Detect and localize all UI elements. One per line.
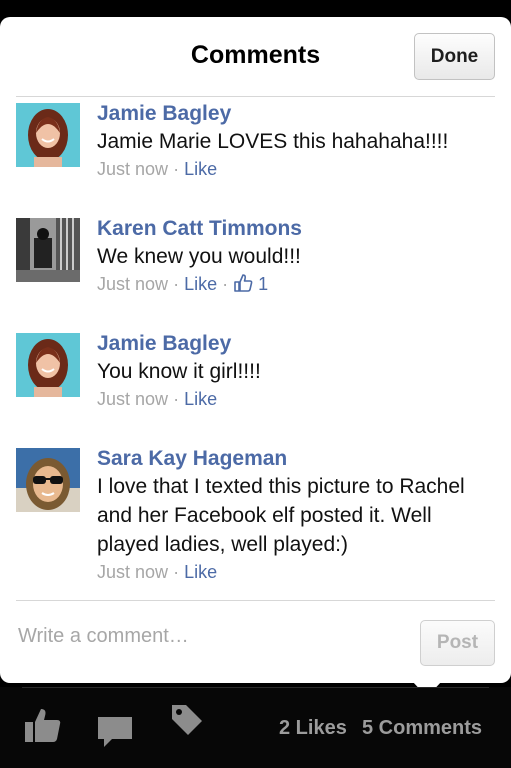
- post-button[interactable]: Post: [420, 620, 495, 666]
- avatar[interactable]: [16, 218, 80, 282]
- timestamp: Just now: [97, 562, 169, 582]
- divider: [16, 600, 495, 601]
- likes-count[interactable]: 2 Likes: [279, 717, 347, 740]
- avatar[interactable]: [16, 103, 80, 167]
- commenter-name[interactable]: Jamie Bagley: [97, 331, 497, 357]
- like-link[interactable]: Like: [184, 389, 217, 409]
- separator: ·: [173, 389, 180, 409]
- thumbs-up-icon: [234, 274, 253, 292]
- comment-text: Jamie Marie LOVES this hahahaha!!!!: [97, 130, 449, 153]
- divider: [22, 687, 489, 688]
- timestamp: Just now: [97, 159, 169, 179]
- comments-count[interactable]: 5 Comments: [362, 717, 482, 740]
- bottom-action-bar: 2 Likes 5 Comments: [0, 687, 511, 768]
- timestamp: Just now: [97, 274, 169, 294]
- comment-meta: Just now · Like: [97, 386, 497, 412]
- header: Comments Done: [0, 17, 511, 97]
- redhead-avatar-icon: [16, 333, 80, 397]
- divider: [16, 96, 495, 97]
- comment-icon[interactable]: [96, 715, 134, 749]
- commenter-name[interactable]: Sara Kay Hageman: [97, 446, 497, 472]
- done-button[interactable]: Done: [414, 33, 495, 80]
- like-count: 1: [258, 274, 269, 294]
- like-link[interactable]: Like: [184, 562, 217, 582]
- comment-text: You know it girl!!!!: [97, 360, 261, 383]
- tag-icon[interactable]: [168, 701, 206, 739]
- separator: ·: [173, 274, 180, 294]
- avatar[interactable]: [16, 333, 80, 397]
- like-count-badge[interactable]: 1: [233, 274, 268, 294]
- comments-sheet: Comments Done Jamie Bagley Jamie Marie L…: [0, 17, 511, 683]
- comment-text-line: played ladies, well played:): [97, 533, 348, 556]
- timestamp: Just now: [97, 389, 169, 409]
- comment-meta: Just now · Like: [97, 156, 497, 182]
- comment-text-line: I love that I texted this picture to Rac…: [97, 475, 465, 498]
- comment-text: We knew you would!!!: [97, 245, 301, 268]
- commenter-name[interactable]: Jamie Bagley: [97, 101, 497, 127]
- separator: ·: [222, 274, 229, 294]
- comment-meta: Just now · Like: [97, 559, 497, 585]
- like-link[interactable]: Like: [184, 159, 217, 179]
- separator: ·: [173, 562, 180, 582]
- like-link[interactable]: Like: [184, 274, 217, 294]
- avatar[interactable]: [16, 448, 80, 512]
- comment-meta: Just now · Like · 1: [97, 271, 497, 297]
- redhead-avatar-icon: [16, 103, 80, 167]
- sunglasses-avatar-icon: [16, 448, 80, 512]
- bw-photo-avatar-icon: [16, 218, 80, 282]
- like-icon[interactable]: [23, 705, 63, 745]
- commenter-name[interactable]: Karen Catt Timmons: [97, 216, 497, 242]
- separator: ·: [173, 159, 180, 179]
- comment-input[interactable]: Write a comment…: [18, 625, 189, 648]
- comment-text-line: and her Facebook elf posted it. Well: [97, 504, 432, 527]
